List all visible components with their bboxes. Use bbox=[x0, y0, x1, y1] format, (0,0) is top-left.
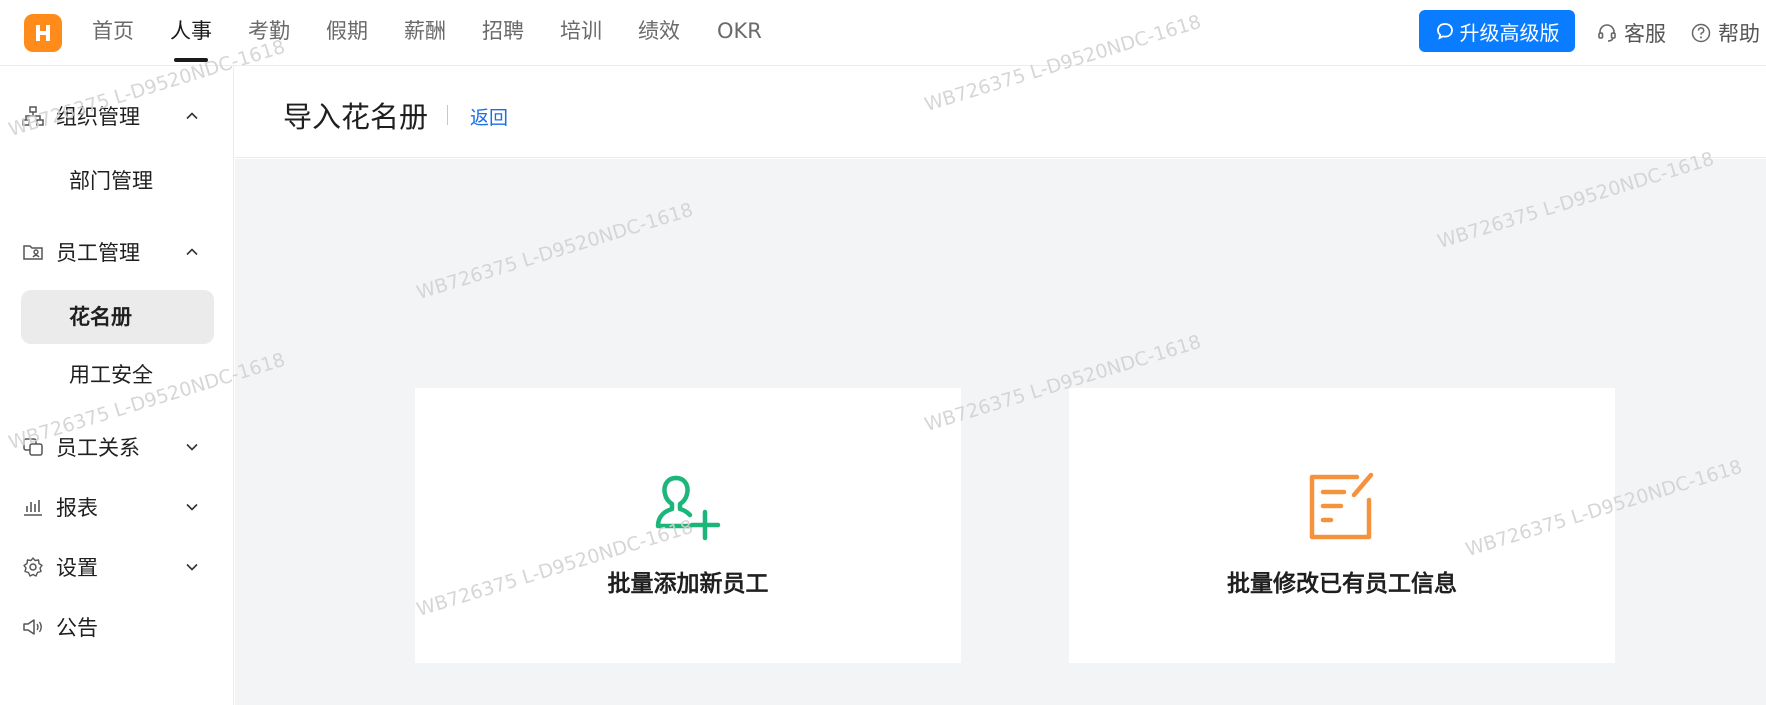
sidebar-item-announcements[interactable]: 公告 bbox=[20, 607, 212, 647]
sidebar-group-settings[interactable]: 设置 bbox=[20, 547, 212, 587]
customer-service-link[interactable]: 客服 bbox=[1596, 18, 1666, 48]
headset-icon bbox=[1598, 24, 1616, 42]
employee-folder-icon bbox=[20, 239, 46, 265]
nav-okr[interactable]: OKR bbox=[717, 16, 762, 50]
batch-add-employees-card[interactable]: 批量添加新员工 bbox=[415, 388, 961, 663]
page-title: 导入花名册 bbox=[283, 100, 429, 134]
sidebar-group-label: 报表 bbox=[56, 496, 98, 520]
batch-edit-employees-card[interactable]: 批量修改已有员工信息 bbox=[1069, 388, 1615, 663]
nav-recruiting[interactable]: 招聘 bbox=[482, 16, 524, 50]
relations-icon bbox=[20, 434, 46, 460]
sidebar-item-department[interactable]: 部门管理 bbox=[21, 154, 214, 208]
sidebar-group-reports[interactable]: 报表 bbox=[20, 487, 212, 527]
chevron-up-icon bbox=[186, 112, 198, 120]
sidebar-group-relations[interactable]: 员工关系 bbox=[20, 427, 212, 467]
chevron-down-icon bbox=[186, 443, 198, 451]
app-logo[interactable] bbox=[24, 14, 62, 52]
bar-chart-icon bbox=[20, 494, 46, 520]
edit-doc-icon bbox=[1309, 472, 1374, 540]
sidebar-item-labor-safety[interactable]: 用工安全 bbox=[21, 348, 214, 402]
nav-leave[interactable]: 假期 bbox=[326, 16, 368, 50]
card-label: 批量添加新员工 bbox=[607, 571, 769, 597]
upgrade-button[interactable]: 升级高级版 bbox=[1419, 10, 1575, 52]
nav-training[interactable]: 培训 bbox=[560, 16, 602, 50]
sidebar-item-roster[interactable]: 花名册 bbox=[21, 290, 214, 344]
sidebar: 组织管理 部门管理 员工管理 花名册 用工安全 员工关系 报表 设置 公告 bbox=[0, 66, 234, 705]
sidebar-group-label: 员工关系 bbox=[56, 436, 140, 460]
nav-active-indicator bbox=[174, 58, 208, 62]
main-content: 批量添加新员工 批量修改已有员工信息 bbox=[235, 159, 1766, 705]
chevron-down-icon bbox=[186, 563, 198, 571]
sidebar-group-organization[interactable]: 组织管理 bbox=[20, 96, 212, 136]
speaker-icon bbox=[20, 614, 46, 640]
logo-h-icon bbox=[36, 25, 50, 41]
customer-service-label: 客服 bbox=[1624, 22, 1666, 46]
nav-hr[interactable]: 人事 bbox=[170, 16, 212, 62]
upgrade-label: 升级高级版 bbox=[1459, 20, 1560, 45]
card-label: 批量修改已有员工信息 bbox=[1227, 571, 1457, 597]
sidebar-group-label: 组织管理 bbox=[56, 105, 140, 129]
title-divider bbox=[447, 105, 448, 125]
page-header: 导入花名册 返回 bbox=[235, 66, 1766, 158]
sidebar-group-label: 设置 bbox=[56, 556, 98, 580]
nav-payroll[interactable]: 薪酬 bbox=[404, 16, 446, 50]
nav-performance[interactable]: 绩效 bbox=[638, 16, 680, 50]
sidebar-item-label: 公告 bbox=[56, 616, 98, 640]
chat-bubble-icon bbox=[1436, 23, 1453, 40]
help-link[interactable]: 帮助 bbox=[1690, 18, 1760, 48]
chevron-up-icon bbox=[186, 248, 198, 256]
add-user-icon bbox=[655, 475, 721, 541]
sidebar-group-employees[interactable]: 员工管理 bbox=[20, 232, 212, 272]
gear-icon bbox=[20, 554, 46, 580]
back-link[interactable]: 返回 bbox=[470, 103, 508, 130]
org-chart-icon bbox=[20, 103, 46, 129]
nav-attendance[interactable]: 考勤 bbox=[248, 16, 290, 50]
sidebar-group-label: 员工管理 bbox=[56, 241, 140, 265]
help-label: 帮助 bbox=[1718, 22, 1760, 46]
help-icon bbox=[1691, 23, 1711, 43]
chevron-down-icon bbox=[186, 503, 198, 511]
nav-home[interactable]: 首页 bbox=[92, 16, 134, 50]
top-navigation-bar: 首页 人事 考勤 假期 薪酬 招聘 培训 绩效 OKR 升级高级版 客服 帮助 bbox=[0, 0, 1766, 66]
